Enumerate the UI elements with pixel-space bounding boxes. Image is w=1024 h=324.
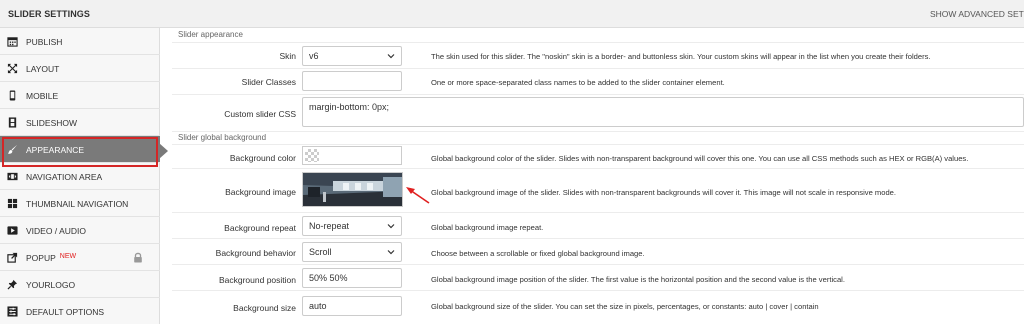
slider-classes-row: Slider Classes One or more space-separat… <box>172 68 1024 94</box>
background-position-row: Background position 50% 50% Global backg… <box>172 264 1024 290</box>
background-behavior-label: Background behavior <box>215 248 296 258</box>
background-repeat-value: No-repeat <box>309 221 350 231</box>
skin-select[interactable]: v6 <box>302 46 402 66</box>
background-color-description: Global background color of the slider. S… <box>431 154 969 163</box>
pin-icon <box>7 279 18 290</box>
skin-description: The skin used for this slider. The "nosk… <box>431 52 931 61</box>
background-repeat-select[interactable]: No-repeat <box>302 216 402 236</box>
background-color-picker[interactable] <box>302 146 402 165</box>
sidebar-item-label: NAVIGATION AREA <box>26 172 103 182</box>
background-repeat-description: Global background image repeat. <box>431 223 544 232</box>
slider-classes-description: One or more space-separated class names … <box>431 78 725 87</box>
custom-css-row: Custom slider CSS margin-bottom: 0px; <box>172 94 1024 130</box>
sidebar-item-label: THUMBNAIL NAVIGATION <box>26 199 129 209</box>
sidebar-item-label: LAYOUT <box>26 64 60 74</box>
sidebar-item-layout[interactable]: LAYOUT <box>0 55 160 82</box>
mobile-icon <box>7 90 18 101</box>
background-image-thumbnail[interactable] <box>302 172 403 207</box>
background-behavior-value: Scroll <box>309 247 332 257</box>
sidebar-item-mobile[interactable]: MOBILE <box>0 82 160 109</box>
slider-classes-label: Slider Classes <box>241 77 296 87</box>
background-size-row: Background size auto Global background s… <box>172 290 1024 320</box>
background-image-label: Background image <box>225 187 296 197</box>
sidebar-item-video-audio[interactable]: VIDEO / AUDIO <box>0 217 160 244</box>
slider-classes-input[interactable] <box>302 71 402 91</box>
background-image-description: Global background image of the slider. S… <box>431 188 897 197</box>
background-behavior-row: Background behavior Scroll Choose betwee… <box>172 238 1024 264</box>
chevron-down-icon <box>387 52 395 60</box>
background-image-picture <box>303 173 402 206</box>
active-item-highlight <box>2 137 158 167</box>
sidebar: PUBLISH LAYOUT MOBILE SLIDESHOW APPEARAN… <box>0 28 160 324</box>
sidebar-item-label: DEFAULT OPTIONS <box>26 307 105 317</box>
pointer-arrow-icon <box>406 187 430 204</box>
lock-icon <box>133 252 143 263</box>
background-color-row: Background color Global background color… <box>172 144 1024 168</box>
sidebar-item-yourlogo[interactable]: YOURLOGO <box>0 271 160 298</box>
film-icon <box>7 117 18 128</box>
sidebar-item-label: VIDEO / AUDIO <box>26 226 86 236</box>
sidebar-item-popup[interactable]: POPUP NEW <box>0 244 160 271</box>
sidebar-item-default-options[interactable]: DEFAULT OPTIONS <box>0 298 160 324</box>
sidebar-item-label: MOBILE <box>26 91 59 101</box>
sidebar-item-slideshow[interactable]: SLIDESHOW <box>0 109 160 136</box>
background-image-row: Background image Global background image… <box>172 168 1024 212</box>
settings-header: SLIDER SETTINGS SHOW ADVANCED SETT <box>0 0 1024 28</box>
background-size-input[interactable]: auto <box>302 296 402 316</box>
background-position-input[interactable]: 50% 50% <box>302 268 402 288</box>
sidebar-item-navigation-area[interactable]: NAVIGATION AREA <box>0 163 160 190</box>
background-size-label: Background size <box>233 303 296 313</box>
sidebar-item-label: PUBLISH <box>26 37 63 47</box>
new-badge: NEW <box>59 253 77 260</box>
background-size-description: Global background size of the slider. Yo… <box>431 302 819 311</box>
custom-css-label: Custom slider CSS <box>224 109 296 119</box>
sidebar-item-publish[interactable]: PUBLISH <box>0 28 160 55</box>
background-repeat-label: Background repeat <box>224 223 296 233</box>
sidebar-item-label: YOURLOGO <box>26 280 76 290</box>
sidebar-item-label-text: POPUP <box>26 253 56 263</box>
background-color-label: Background color <box>229 153 296 163</box>
active-item-pointer <box>159 143 168 159</box>
grid-icon <box>7 198 18 209</box>
transparent-swatch <box>305 149 319 162</box>
background-behavior-select[interactable]: Scroll <box>302 242 402 262</box>
settings-panel: Slider appearance Skin v6 The skin used … <box>172 28 1024 324</box>
chevron-down-icon <box>387 248 395 256</box>
skin-select-value: v6 <box>309 51 319 61</box>
calendar-icon <box>7 36 18 47</box>
skin-label: Skin <box>279 51 296 61</box>
background-position-label: Background position <box>218 275 296 285</box>
section-heading-background: Slider global background <box>172 131 1024 144</box>
sidebar-item-thumbnail-navigation[interactable]: THUMBNAIL NAVIGATION <box>0 190 160 217</box>
options-icon <box>7 306 18 317</box>
show-advanced-settings-link[interactable]: SHOW ADVANCED SETT <box>930 9 1024 19</box>
section-heading-appearance: Slider appearance <box>178 30 243 39</box>
skin-row: Skin v6 The skin used for this slider. T… <box>172 42 1024 68</box>
sidebar-item-label: POPUP NEW <box>26 253 76 263</box>
popup-icon <box>7 252 18 263</box>
play-icon <box>7 225 18 236</box>
chevron-down-icon <box>387 222 395 230</box>
background-behavior-description: Choose between a scrollable or fixed glo… <box>431 249 645 258</box>
expand-arrows-icon <box>7 63 18 74</box>
background-position-description: Global background image position of the … <box>431 275 845 284</box>
background-repeat-row: Background repeat No-repeat Global backg… <box>172 212 1024 238</box>
page-title: SLIDER SETTINGS <box>8 9 91 19</box>
custom-css-textarea[interactable]: margin-bottom: 0px; <box>302 97 1024 127</box>
navigation-arrows-icon <box>7 171 18 182</box>
sidebar-item-label: SLIDESHOW <box>26 118 78 128</box>
